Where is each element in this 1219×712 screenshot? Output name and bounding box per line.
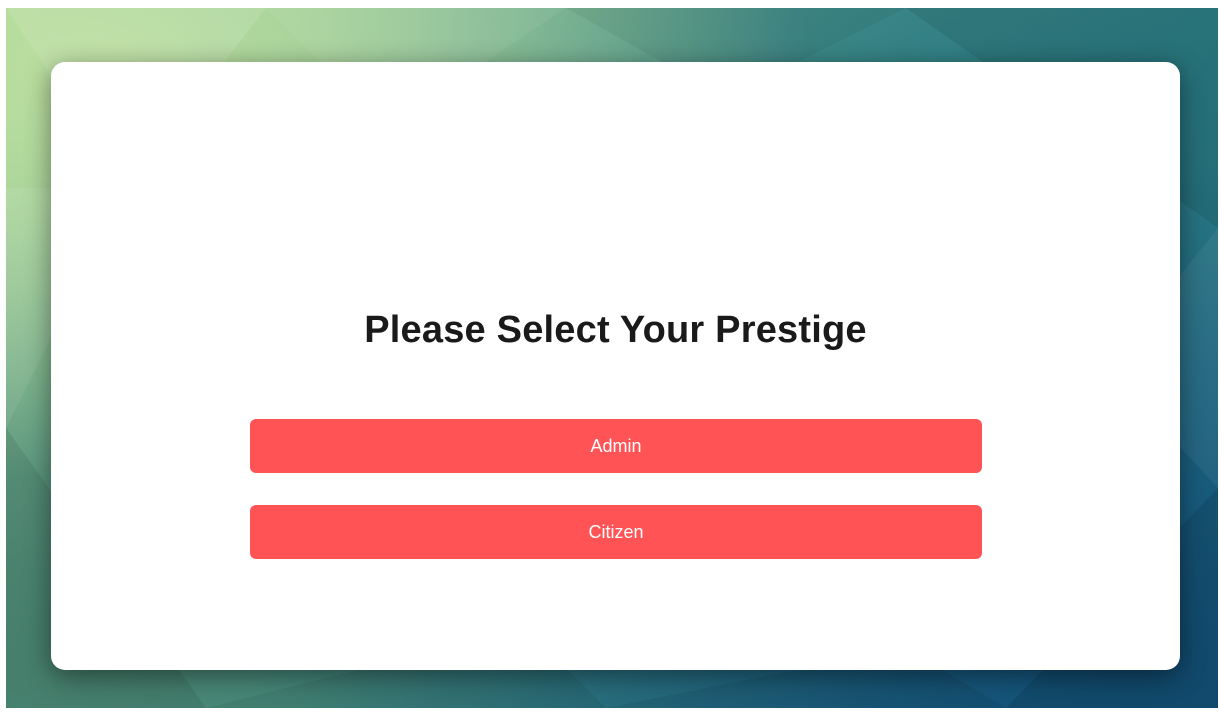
admin-button[interactable]: Admin: [250, 419, 982, 473]
page-title: Please Select Your Prestige: [364, 309, 867, 351]
citizen-button[interactable]: Citizen: [250, 505, 982, 559]
background: Please Select Your Prestige Admin Citize…: [6, 8, 1218, 708]
prestige-card: Please Select Your Prestige Admin Citize…: [51, 62, 1180, 670]
